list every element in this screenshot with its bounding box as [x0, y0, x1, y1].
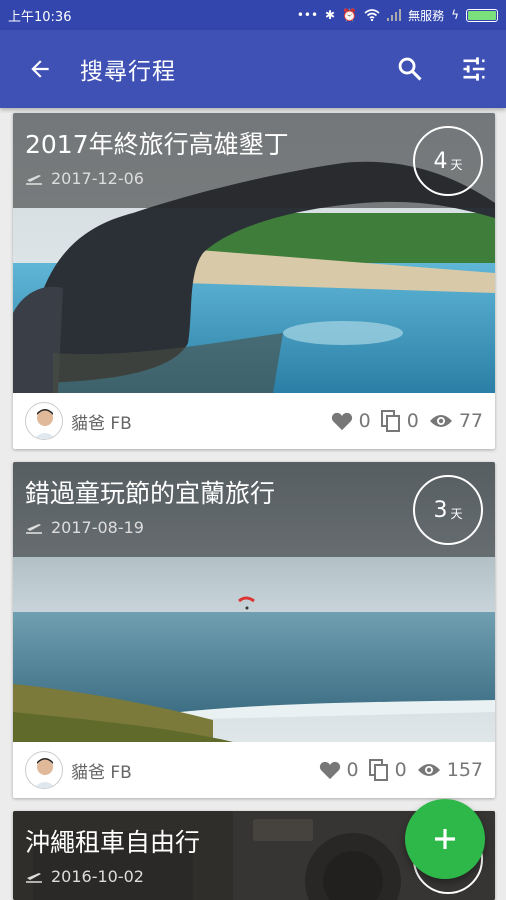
plus-icon	[435, 829, 455, 849]
copy-stat[interactable]: 0	[380, 410, 419, 432]
trip-photo: 錯過童玩節的宜蘭旅行 2017-08-19 3 天	[13, 462, 495, 742]
search-icon	[398, 57, 422, 81]
trip-date: 2016-10-02	[51, 867, 144, 886]
like-count: 0	[346, 759, 359, 781]
wifi-icon	[364, 9, 380, 21]
copy-icon	[368, 759, 388, 781]
signal-icon	[387, 9, 402, 21]
eye-icon	[429, 415, 452, 427]
trip-card[interactable]: 2017年終旅行高雄墾丁 2017-12-06 4 天 貓爸 FB 0 0 77	[13, 113, 495, 449]
trip-photo: 2017年終旅行高雄墾丁 2017-12-06 4 天	[13, 113, 495, 393]
trip-days-unit: 天	[450, 157, 463, 172]
trip-days-count: 3	[433, 497, 448, 523]
like-count: 0	[358, 410, 371, 432]
copy-stat[interactable]: 0	[368, 759, 407, 781]
app-bar: 搜尋行程	[0, 30, 506, 108]
trip-date: 2017-08-19	[51, 518, 144, 537]
search-button[interactable]	[378, 30, 442, 108]
plane-takeoff-icon	[26, 523, 42, 534]
trip-footer: 貓爸 FB 0 0 77	[13, 393, 495, 449]
copy-icon	[380, 410, 400, 432]
plane-takeoff-icon	[26, 872, 42, 883]
bluetooth-icon: ✱	[325, 8, 336, 22]
trip-card[interactable]: 錯過童玩節的宜蘭旅行 2017-08-19 3 天 貓爸 FB 0 0 157	[13, 462, 495, 798]
trip-days-count: 4	[433, 148, 448, 174]
status-bar: 上午10:36 ••• ✱ ⏰ 無服務 ϟ	[0, 0, 506, 30]
status-time: 上午10:36	[8, 9, 72, 25]
trip-date: 2017-12-06	[51, 169, 144, 188]
like-stat[interactable]: 0	[331, 410, 371, 432]
trip-days-badge: 3 天	[413, 475, 483, 545]
carrier-label: 無服務	[408, 8, 445, 23]
view-count: 157	[446, 759, 483, 781]
filter-button[interactable]	[442, 30, 506, 108]
filter-sliders-icon	[463, 57, 485, 81]
battery-icon	[466, 8, 498, 22]
like-stat[interactable]: 0	[319, 759, 359, 781]
copy-count: 0	[406, 410, 419, 432]
eye-icon	[417, 764, 440, 776]
back-button[interactable]	[0, 30, 80, 108]
avatar[interactable]	[25, 751, 63, 789]
add-trip-button[interactable]	[405, 799, 485, 879]
author-name[interactable]: 貓爸 FB	[71, 758, 309, 783]
charging-icon: ϟ	[451, 8, 459, 22]
trip-footer: 貓爸 FB 0 0 157	[13, 742, 495, 798]
author-name[interactable]: 貓爸 FB	[71, 409, 321, 434]
alarm-icon: ⏰	[342, 8, 358, 22]
copy-count: 0	[394, 759, 407, 781]
trip-days-unit: 天	[450, 506, 463, 521]
back-arrow-icon	[31, 60, 49, 78]
notification-dots-icon: •••	[296, 8, 319, 22]
view-count: 77	[458, 410, 483, 432]
avatar[interactable]	[25, 402, 63, 440]
view-stat: 77	[429, 410, 483, 432]
heart-icon	[331, 412, 352, 431]
heart-icon	[319, 761, 340, 780]
status-icons: ••• ✱ ⏰ 無服務 ϟ	[297, 7, 498, 24]
page-title: 搜尋行程	[80, 59, 176, 85]
trip-days-badge: 4 天	[413, 126, 483, 196]
plane-takeoff-icon	[26, 174, 42, 185]
view-stat: 157	[417, 759, 483, 781]
